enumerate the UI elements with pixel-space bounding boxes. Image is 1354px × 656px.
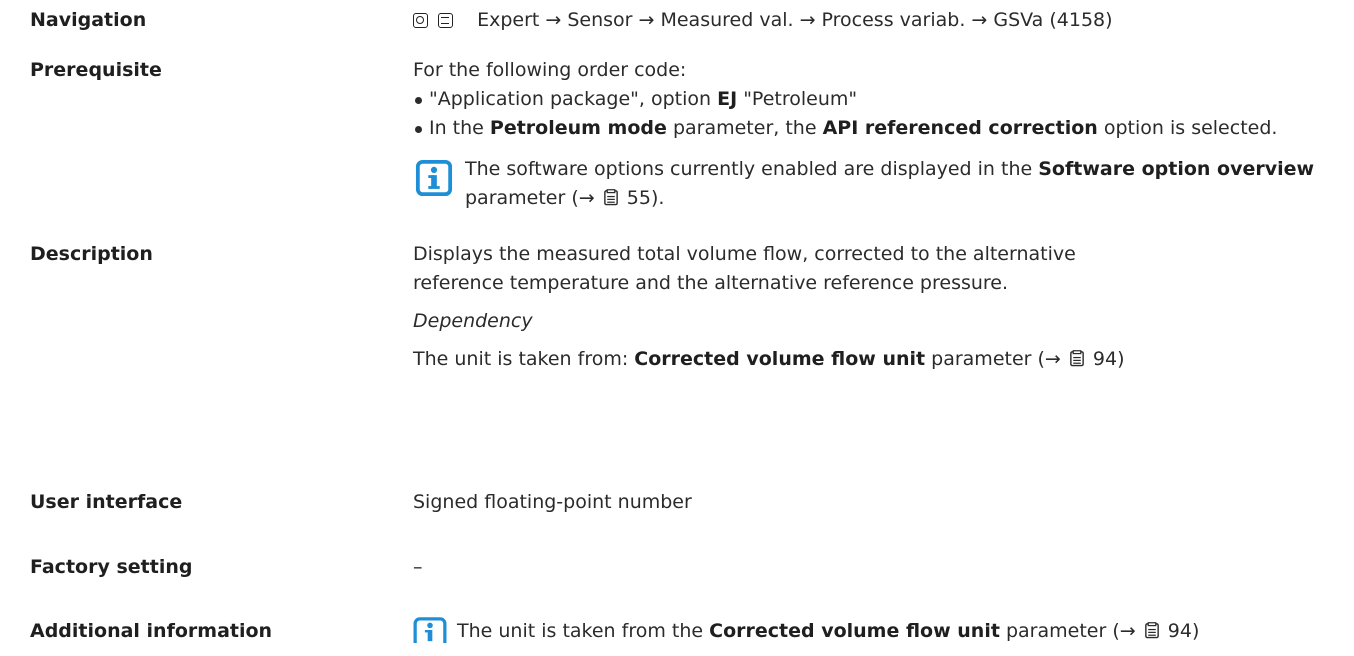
list-item: "Application package", option EJ "Petrol… [413, 85, 1354, 114]
display-icon [438, 13, 454, 28]
dependency-heading: Dependency [413, 307, 1354, 336]
page-number[interactable]: 94 [1093, 348, 1117, 370]
description-label: Description [30, 243, 153, 265]
page-reference-icon [603, 189, 618, 206]
text-span: parameter (→ [925, 348, 1067, 370]
parameter-name: Corrected volume flow unit [634, 348, 926, 370]
text-span: "Application package", option [429, 88, 718, 110]
text-span: parameter (→ [465, 187, 601, 209]
info-icon [415, 159, 453, 197]
navigation-label: Navigation [30, 9, 147, 31]
info-icon [413, 617, 447, 643]
prerequisite-label: Prerequisite [30, 59, 162, 81]
page-reference-icon [1144, 622, 1159, 639]
factory-setting-value: – [413, 556, 423, 578]
navigation-path: Expert → Sensor → Measured val. → Proces… [477, 9, 1113, 31]
additional-information-content: The unit is taken from the Corrected vol… [413, 617, 1354, 646]
text-span: ). [650, 187, 665, 209]
navigation-icons [413, 8, 457, 37]
user-interface-label: User interface [30, 491, 183, 513]
list-item: In the Petroleum mode parameter, the API… [413, 114, 1354, 143]
text-span: ) [1117, 348, 1125, 370]
info-note: The software options currently enabled a… [413, 155, 1354, 213]
dependency-text: The unit is taken from: Corrected volume… [413, 345, 1354, 374]
factory-setting-label: Factory setting [30, 556, 193, 578]
prerequisite-intro: For the following order code: [413, 59, 687, 81]
operating-menu-icon [413, 13, 428, 28]
parameter-name: Petroleum mode [489, 117, 667, 139]
prerequisite-content: For the following order code: "Applicati… [413, 56, 1354, 213]
option-name: API referenced correction [822, 117, 1098, 139]
parameter-name: Software option overview [1038, 158, 1315, 180]
description-text: Displays the measured total volume flow,… [413, 243, 1076, 294]
text-span: "Petroleum" [737, 88, 858, 110]
page-number[interactable]: 55 [627, 187, 651, 209]
parameter-name: Corrected volume flow unit [709, 620, 1000, 642]
description-content: Displays the measured total volume flow,… [413, 240, 1354, 374]
dependency-heading-text: Dependency [413, 310, 533, 332]
text-span: In the [429, 117, 490, 139]
text-span: ) [1191, 620, 1200, 642]
navigation-content: Expert → Sensor → Measured val. → Proces… [413, 6, 1354, 37]
text-span: parameter, the [666, 117, 823, 139]
user-interface-value: Signed floating-point number [413, 491, 692, 513]
page-reference-icon [1070, 350, 1084, 367]
text-span: The unit is taken from the [457, 620, 710, 642]
option-code: EJ [717, 88, 738, 110]
additional-information-label: Additional information [30, 620, 273, 642]
text-span: The software options currently enabled a… [465, 158, 1039, 180]
page-number[interactable]: 94 [1168, 620, 1192, 642]
prerequisite-list: "Application package", option EJ "Petrol… [413, 85, 1354, 143]
text-span: option is selected. [1097, 117, 1278, 139]
text-span: parameter (→ [999, 620, 1142, 642]
text-span: The unit is taken from: [413, 348, 635, 370]
